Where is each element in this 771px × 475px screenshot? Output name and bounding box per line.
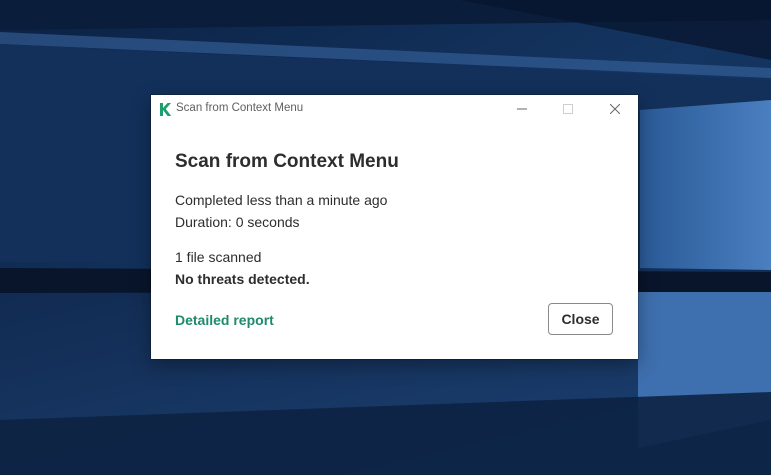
scan-result-dialog: Scan from Context Menu Scan from Context… <box>151 95 638 359</box>
duration-text: Duration: 0 seconds <box>175 214 300 230</box>
dialog-heading: Scan from Context Menu <box>175 151 399 172</box>
desktop-background: Scan from Context Menu Scan from Context… <box>0 0 771 475</box>
minimize-icon <box>517 108 527 110</box>
kaspersky-logo-icon <box>160 103 172 116</box>
maximize-button[interactable] <box>545 95 591 123</box>
window-close-button[interactable] <box>592 95 638 123</box>
close-button[interactable]: Close <box>548 303 613 335</box>
maximize-icon <box>563 104 573 114</box>
minimize-button[interactable] <box>499 95 545 123</box>
files-scanned-text: 1 file scanned <box>175 249 262 265</box>
scan-result-text: No threats detected. <box>175 271 310 287</box>
title-bar[interactable]: Scan from Context Menu <box>151 95 638 123</box>
close-icon <box>610 104 620 114</box>
window-title: Scan from Context Menu <box>176 102 304 114</box>
completed-text: Completed less than a minute ago <box>175 192 388 208</box>
detailed-report-link[interactable]: Detailed report <box>175 312 274 328</box>
